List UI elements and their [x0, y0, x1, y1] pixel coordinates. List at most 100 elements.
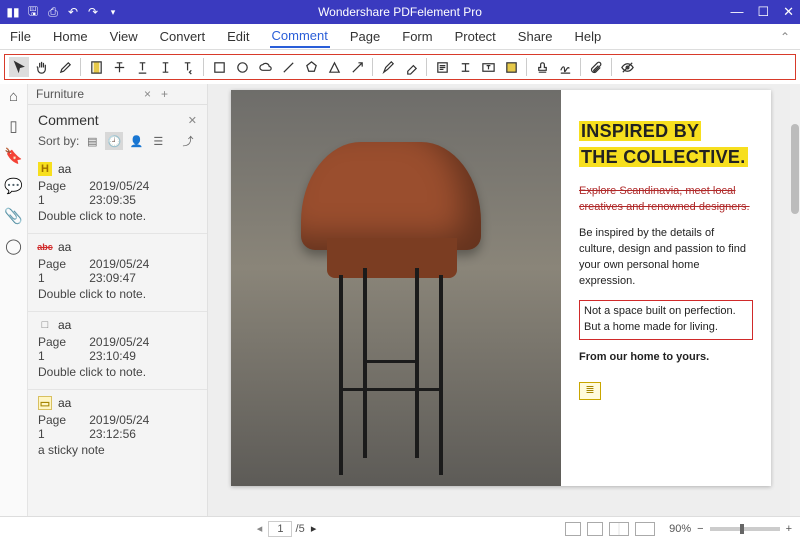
panel-title: Comment: [38, 112, 99, 128]
stamp-tool-icon[interactable]: [532, 57, 552, 77]
comment-note: Double click to note.: [38, 365, 197, 379]
note-tool-icon[interactable]: [432, 57, 452, 77]
undo-icon[interactable]: ↶: [66, 5, 80, 19]
underline-tool-icon[interactable]: [132, 57, 152, 77]
app-title: Wondershare PDFelement Pro: [318, 5, 482, 19]
menu-page[interactable]: Page: [348, 26, 382, 47]
export-comments-icon[interactable]: ⤴: [179, 132, 197, 150]
highlight-tool-icon[interactable]: [86, 57, 106, 77]
dropdown-icon[interactable]: ▾: [106, 5, 120, 19]
zoom-out-icon[interactable]: −: [697, 523, 703, 535]
menu-home[interactable]: Home: [51, 26, 90, 47]
new-tab-icon[interactable]: +: [161, 87, 168, 101]
sort-page-icon[interactable]: ▤: [83, 132, 101, 150]
document-viewer[interactable]: INSPIRED BY THE COLLECTIVE. Explore Scan…: [208, 84, 800, 516]
highlight-comment-icon: H: [38, 162, 52, 176]
close-icon[interactable]: ✕: [783, 4, 794, 20]
pencil-tool-icon[interactable]: [378, 57, 398, 77]
edit-tool-icon[interactable]: [55, 57, 75, 77]
sort-label: Sort by:: [38, 134, 79, 148]
strikethrough-tool-icon[interactable]: [109, 57, 129, 77]
zoom-value[interactable]: 90%: [669, 523, 691, 535]
headline: INSPIRED BY THE COLLECTIVE.: [579, 118, 753, 170]
single-page-view-icon[interactable]: [565, 522, 581, 536]
menu-convert[interactable]: Convert: [158, 26, 208, 47]
redo-icon[interactable]: ↷: [86, 5, 100, 19]
menu-edit[interactable]: Edit: [225, 26, 251, 47]
oval-tool-icon[interactable]: [232, 57, 252, 77]
sort-time-icon[interactable]: 🕘: [105, 132, 123, 150]
minimize-icon[interactable]: —: [730, 4, 743, 20]
body-text: Be inspired by the details of culture, d…: [579, 226, 753, 290]
signature-tool-icon[interactable]: [555, 57, 575, 77]
status-bar: ◂ 1 /5 ▸ 90% − +: [0, 516, 800, 540]
replace-tool-icon[interactable]: [178, 57, 198, 77]
print-icon[interactable]: ⎙: [46, 5, 60, 19]
menu-form[interactable]: Form: [400, 26, 434, 47]
attachments-rail-icon[interactable]: 📎: [4, 207, 23, 225]
comments-rail-icon[interactable]: 💬: [4, 177, 23, 195]
page: INSPIRED BY THE COLLECTIVE. Explore Scan…: [231, 90, 771, 486]
highlight-annotation[interactable]: INSPIRED BY: [579, 121, 701, 141]
sticky-note-annotation[interactable]: ≣: [579, 382, 601, 400]
eraser-tool-icon[interactable]: [401, 57, 421, 77]
caret-tool-icon[interactable]: [155, 57, 175, 77]
document-tab[interactable]: Furniture ×: [36, 87, 151, 101]
comment-author: aa: [58, 396, 71, 410]
vertical-scrollbar[interactable]: [790, 84, 800, 516]
comment-item[interactable]: Haa Page 12019/05/24 23:09:35 Double cli…: [28, 156, 207, 233]
comment-page: Page 1: [38, 335, 75, 363]
strikeout-annotation[interactable]: Explore Scandinavia, meet local creative…: [579, 184, 753, 216]
comment-item[interactable]: abcaa Page 12019/05/24 23:09:47 Double c…: [28, 233, 207, 311]
hand-tool-icon[interactable]: [32, 57, 52, 77]
page-indicator[interactable]: ◂ 1 /5 ▸: [8, 522, 565, 535]
comment-time: 2019/05/24 23:12:56: [89, 413, 197, 441]
sort-author-icon[interactable]: 👤: [127, 132, 145, 150]
two-page-view-icon[interactable]: [609, 522, 629, 536]
connected-lines-tool-icon[interactable]: [324, 57, 344, 77]
zoom-slider[interactable]: [710, 527, 780, 531]
thumbnails-rail-icon[interactable]: ▯: [9, 117, 17, 135]
rectangle-tool-icon[interactable]: [209, 57, 229, 77]
comment-item[interactable]: □aa Page 12019/05/24 23:10:49 Double cli…: [28, 311, 207, 389]
menu-view[interactable]: View: [108, 26, 140, 47]
scrollbar-thumb[interactable]: [791, 124, 799, 214]
comment-note: Double click to note.: [38, 287, 197, 301]
hide-annotations-icon[interactable]: [617, 57, 637, 77]
menu-file[interactable]: File: [8, 26, 33, 47]
rectangle-annotation[interactable]: Not a space built on perfection. But a h…: [579, 300, 753, 340]
two-page-continuous-view-icon[interactable]: [635, 522, 655, 536]
cloud-tool-icon[interactable]: [255, 57, 275, 77]
zoom-in-icon[interactable]: +: [786, 523, 792, 535]
comment-time: 2019/05/24 23:09:35: [89, 179, 197, 207]
page-current[interactable]: 1: [268, 521, 292, 537]
attachment-tool-icon[interactable]: [586, 57, 606, 77]
menu-help[interactable]: Help: [573, 26, 604, 47]
close-tab-icon[interactable]: ×: [144, 87, 151, 101]
select-tool-icon[interactable]: [9, 57, 29, 77]
comment-note: Double click to note.: [38, 209, 197, 223]
home-rail-icon[interactable]: ⌂: [9, 88, 18, 105]
panel-close-icon[interactable]: ✕: [188, 114, 197, 127]
continuous-view-icon[interactable]: [587, 522, 603, 536]
comments-list: Haa Page 1 2019/05/24 23:09:35 Double cli…: [28, 156, 207, 516]
comment-item[interactable]: ▭aa Page 12019/05/24 23:12:56 a sticky n…: [28, 389, 207, 467]
search-rail-icon[interactable]: ◯: [5, 237, 22, 255]
menu-share[interactable]: Share: [516, 26, 555, 47]
textbox-tool-icon[interactable]: [478, 57, 498, 77]
area-highlight-tool-icon[interactable]: [501, 57, 521, 77]
collapse-ribbon-icon[interactable]: ⌃: [780, 30, 790, 44]
maximize-icon[interactable]: ☐: [757, 4, 769, 20]
polygon-tool-icon[interactable]: [301, 57, 321, 77]
arrow-tool-icon[interactable]: [347, 57, 367, 77]
menu-protect[interactable]: Protect: [453, 26, 498, 47]
menu-comment[interactable]: Comment: [270, 25, 330, 48]
highlight-annotation[interactable]: THE COLLECTIVE.: [579, 147, 748, 167]
bookmarks-rail-icon[interactable]: 🔖: [4, 147, 23, 165]
typewriter-tool-icon[interactable]: [455, 57, 475, 77]
comment-note: a sticky note: [38, 443, 197, 457]
sort-type-icon[interactable]: ☰: [149, 132, 167, 150]
save-icon[interactable]: 🖫: [26, 5, 40, 19]
tab-label: Furniture: [36, 87, 84, 101]
line-tool-icon[interactable]: [278, 57, 298, 77]
